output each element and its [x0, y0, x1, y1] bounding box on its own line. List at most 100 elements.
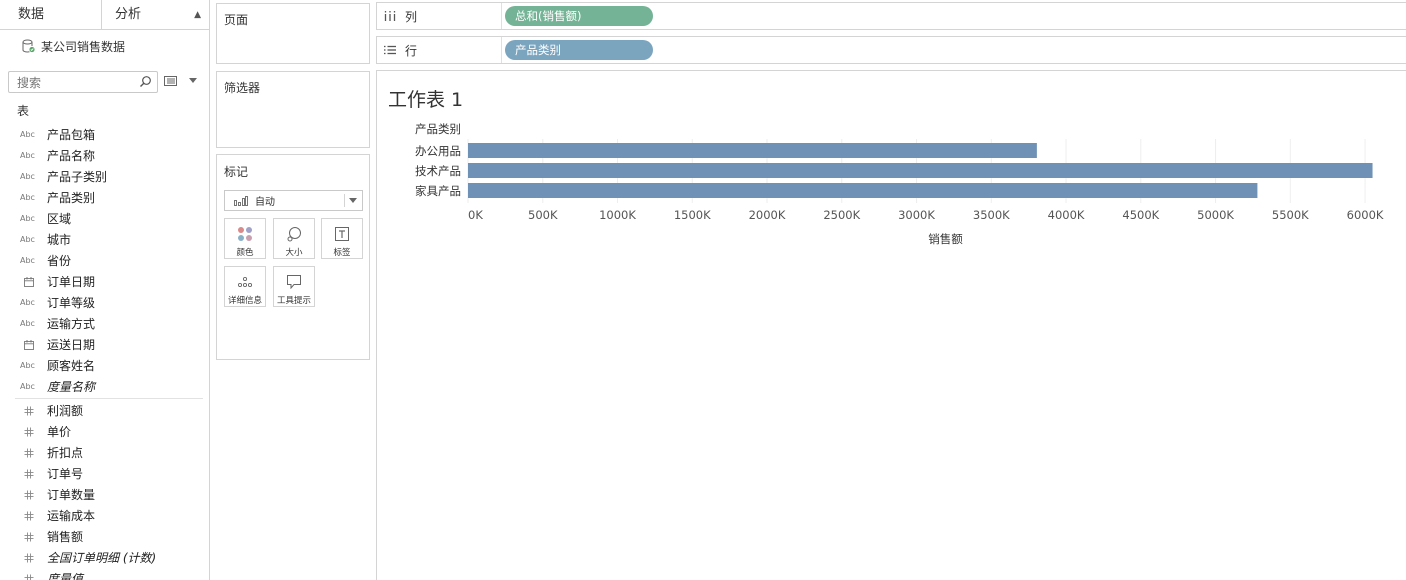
number-type-icon	[0, 406, 47, 416]
field-name: 产品名称	[47, 149, 96, 163]
tooltip-label: 工具提示	[276, 296, 311, 306]
measure-number-icon	[24, 532, 34, 541]
bar[interactable]	[468, 143, 1037, 158]
sort-updown-icon[interactable]: ▲	[194, 0, 201, 30]
field-item[interactable]: 订单数量	[0, 484, 209, 505]
tooltip-button[interactable]: 工具提示	[273, 266, 315, 307]
field-item[interactable]: Abc 运输方式	[0, 313, 209, 334]
field-item[interactable]: Abc 度量名称	[0, 376, 209, 397]
search-input[interactable]	[9, 73, 129, 93]
row-header-label: 产品类别	[415, 122, 461, 136]
field-name: 区域	[47, 212, 72, 226]
datasource-item[interactable]: 某公司销售数据	[22, 37, 125, 55]
field-item[interactable]: Abc 订单等级	[0, 292, 209, 313]
chevron-down-icon[interactable]	[189, 78, 197, 83]
x-axis-title[interactable]: 销售额	[928, 232, 963, 246]
field-item[interactable]: 销售额	[0, 526, 209, 547]
chevron-down-icon[interactable]	[349, 198, 357, 203]
field-item[interactable]: 折扣点	[0, 442, 209, 463]
measure-number-icon	[24, 469, 34, 478]
field-item[interactable]: Abc 产品包箱	[0, 124, 209, 145]
measure-number-icon	[24, 553, 34, 562]
field-name: 产品类别	[47, 191, 96, 205]
field-item[interactable]: Abc 顾客姓名	[0, 355, 209, 376]
measure-number-icon	[24, 511, 34, 520]
string-type-icon: Abc	[20, 151, 35, 160]
string-type-icon: Abc	[20, 256, 35, 265]
number-type-icon	[0, 448, 47, 458]
x-tick-label: 5500K	[1272, 208, 1309, 222]
string-type-icon: Abc	[20, 298, 35, 307]
field-item[interactable]: Abc 产品名称	[0, 145, 209, 166]
search-icon[interactable]	[139, 75, 152, 88]
field-name: 订单数量	[47, 488, 96, 502]
field-item[interactable]: 运输成本	[0, 505, 209, 526]
columns-shelf[interactable]: 列 总和(销售额)	[376, 2, 1406, 30]
rows-pill-product-category[interactable]: 产品类别	[505, 40, 653, 60]
bar[interactable]	[468, 183, 1258, 198]
category-label[interactable]: 家具产品	[415, 184, 461, 198]
label-label: 标签	[333, 248, 351, 258]
number-type-icon	[0, 469, 47, 479]
label-button[interactable]: 标签	[321, 218, 363, 259]
detail-label: 详细信息	[227, 296, 262, 306]
field-name: 销售额	[47, 530, 84, 544]
field-list: Abc 产品包箱 Abc 产品名称 Abc 产品子类别 Abc 产品类别 Abc 区域 Abc 城市 A…	[0, 124, 209, 580]
string-type-icon: Abc	[20, 382, 35, 391]
list-view-icon[interactable]	[164, 76, 177, 86]
database-icon	[22, 39, 35, 53]
mark-type-dropdown[interactable]: 自动	[224, 190, 363, 211]
field-item[interactable]: 利润额	[0, 400, 209, 421]
datasource-name: 某公司销售数据	[41, 39, 126, 54]
string-type-icon: Abc	[20, 172, 35, 181]
mark-type-value: 自动	[255, 197, 275, 208]
filters-card[interactable]: 筛选器	[216, 71, 370, 148]
data-pane: 数据 分析 ▲ 某公司销售数据 表 Abc 产品包箱 Abc 产品名称 Abc 产品子类别…	[0, 0, 210, 580]
color-button[interactable]: 颜色	[224, 218, 266, 259]
size-button[interactable]: 大小	[273, 218, 315, 259]
field-item[interactable]: 订单号	[0, 463, 209, 484]
color-icon	[237, 224, 253, 244]
field-item[interactable]: Abc 区域	[0, 208, 209, 229]
string-type-icon: Abc	[20, 361, 35, 370]
columns-pill-sum-sales[interactable]: 总和(销售额)	[505, 6, 653, 26]
pages-card-title: 页面	[224, 13, 249, 27]
field-item[interactable]: Abc 省份	[0, 250, 209, 271]
x-tick-label: 500K	[528, 208, 558, 222]
bar[interactable]	[468, 163, 1373, 178]
tooltip-icon	[287, 272, 301, 292]
detail-button[interactable]: 详细信息	[224, 266, 266, 307]
field-item[interactable]: 订单日期	[0, 271, 209, 292]
field-name: 运输方式	[47, 317, 96, 331]
category-label[interactable]: 办公用品	[415, 144, 461, 158]
number-type-icon	[0, 574, 47, 580]
field-item[interactable]: Abc 产品类别	[0, 187, 209, 208]
tab-data[interactable]: 数据	[0, 0, 102, 30]
field-item[interactable]: 单价	[0, 421, 209, 442]
rows-shelf[interactable]: 行 产品类别	[376, 36, 1406, 64]
field-name: 订单日期	[47, 275, 96, 289]
dimension-measure-divider	[15, 398, 203, 399]
tab-analysis[interactable]: 分析 ▲	[102, 0, 209, 30]
field-item[interactable]: 全国订单明细 (计数)	[0, 547, 209, 568]
text-label-icon	[335, 224, 349, 244]
search-field[interactable]	[8, 71, 158, 93]
field-item[interactable]: Abc 产品子类别	[0, 166, 209, 187]
field-name: 省份	[47, 254, 72, 268]
measure-number-icon	[24, 427, 34, 436]
number-type-icon	[0, 532, 47, 542]
field-name: 订单号	[47, 467, 84, 481]
x-tick-label: 3000K	[898, 208, 935, 222]
pages-card[interactable]: 页面	[216, 3, 370, 64]
number-type-icon	[0, 427, 47, 437]
field-item[interactable]: Abc 城市	[0, 229, 209, 250]
field-item[interactable]: 度量值	[0, 568, 209, 580]
number-type-icon	[0, 553, 47, 563]
field-item[interactable]: 运送日期	[0, 334, 209, 355]
measure-number-icon	[24, 574, 34, 580]
marks-card-title: 标记	[224, 165, 249, 179]
color-label: 颜色	[236, 248, 254, 258]
category-label[interactable]: 技术产品	[415, 164, 461, 178]
calendar-icon	[24, 339, 34, 350]
filters-card-title: 筛选器	[224, 81, 261, 95]
